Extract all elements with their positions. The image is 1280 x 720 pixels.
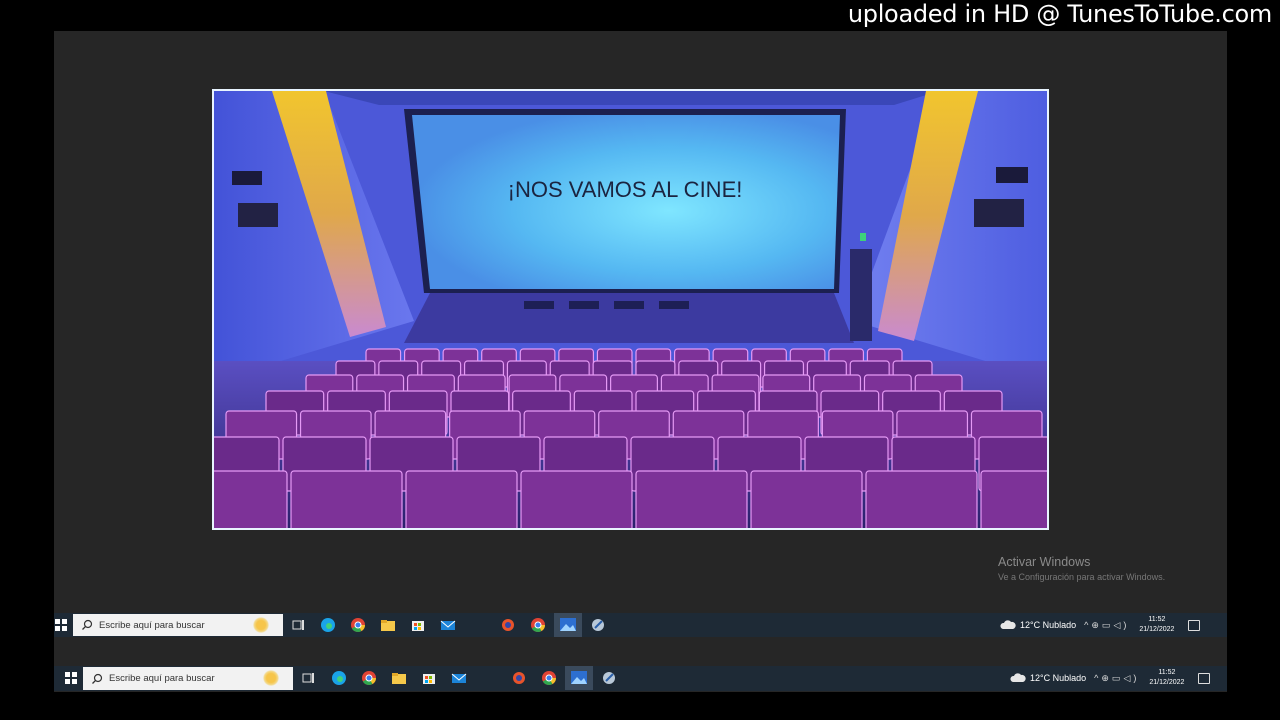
monitor-icon[interactable]: ▭: [1102, 620, 1114, 630]
photos-app-active[interactable]: [565, 666, 593, 690]
clock-date: 21/12/2022: [1149, 679, 1185, 686]
system-tray: 12°C Nublado ^⊕▭◁) 11:52 21/12/2022: [1010, 666, 1211, 690]
windows-start-icon[interactable]: [54, 618, 68, 632]
tray-icons[interactable]: ^⊕▭◁): [1094, 673, 1139, 684]
activate-windows-subtitle: Ve a Configuración para activar Windows.: [998, 572, 1166, 582]
seat: [290, 470, 403, 528]
search-icon: [82, 619, 93, 630]
seat: [214, 470, 288, 528]
search-placeholder: Escribe aquí para buscar: [99, 619, 205, 631]
photos-icon: [560, 618, 576, 631]
chrome-profile-icon[interactable]: [540, 669, 558, 687]
seat: [750, 470, 863, 528]
store-icon[interactable]: [420, 669, 438, 687]
notification-icon[interactable]: [1198, 672, 1211, 684]
snipping-icon[interactable]: [600, 669, 618, 687]
edge-icon[interactable]: [330, 669, 348, 687]
taskbar-duplicate: Escribe aquí para buscar 12°C Nublado ^⊕…: [54, 666, 1227, 691]
cloud-icon: [1010, 673, 1026, 682]
app-icon[interactable]: [499, 616, 517, 634]
clock[interactable]: 11:52 21/12/2022: [1139, 615, 1174, 635]
seat: [405, 470, 518, 528]
clock[interactable]: 11:52 21/12/2022: [1149, 668, 1184, 688]
store-icon[interactable]: [409, 616, 427, 634]
clock-date: 21/12/2022: [1139, 626, 1175, 633]
edge-icon[interactable]: [319, 616, 337, 634]
network-icon[interactable]: ⊕: [1101, 673, 1112, 683]
file-explorer-icon[interactable]: [390, 669, 408, 687]
chrome-icon[interactable]: [360, 669, 378, 687]
monitor-icon[interactable]: ▭: [1112, 673, 1124, 683]
network-icon[interactable]: ⊕: [1091, 620, 1102, 630]
taskbar: Escribe aquí para buscar 12°C Nublado ^⊕…: [54, 613, 1227, 637]
photos-app-active[interactable]: [554, 613, 582, 637]
weather-text[interactable]: 12°C Nublado: [1030, 673, 1086, 683]
seat: [865, 470, 978, 528]
system-tray: 12°C Nublado ^⊕▭◁) 11:52 21/12/2022: [1000, 613, 1201, 637]
task-view-icon[interactable]: [300, 669, 318, 687]
snipping-icon[interactable]: [589, 616, 607, 634]
seat-rows: [214, 348, 1047, 528]
search-placeholder: Escribe aquí para buscar: [109, 673, 215, 684]
cinema-illustration: ¡NOS VAMOS AL CINE!: [214, 91, 1047, 528]
weather-sun-icon: [263, 670, 279, 686]
clock-time: 11:52: [1148, 616, 1166, 623]
windows-start-icon[interactable]: [64, 671, 78, 685]
taskbar-search-box[interactable]: Escribe aquí para buscar: [73, 614, 283, 636]
app-icon[interactable]: [510, 669, 528, 687]
clock-time: 11:52: [1158, 669, 1176, 676]
search-icon: [92, 673, 103, 684]
cinema-slide: ¡NOS VAMOS AL CINE!: [212, 89, 1049, 530]
seat: [635, 470, 748, 528]
file-explorer-icon[interactable]: [379, 616, 397, 634]
cloud-icon: [1000, 620, 1016, 629]
seat: [980, 470, 1047, 528]
tray-icons[interactable]: ^⊕▭◁): [1084, 620, 1129, 631]
weather-sun-icon: [253, 617, 269, 633]
desktop-screen: ¡NOS VAMOS AL CINE! Activar Windows Ve a…: [54, 31, 1227, 692]
mail-icon[interactable]: [439, 616, 457, 634]
photos-icon: [571, 671, 587, 684]
taskbar-search-box[interactable]: Escribe aquí para buscar: [83, 667, 293, 690]
watermark-text: uploaded in HD @ TunesToTube.com: [847, 0, 1272, 28]
chrome-profile-icon[interactable]: [529, 616, 547, 634]
weather-text[interactable]: 12°C Nublado: [1020, 620, 1076, 630]
notification-icon[interactable]: [1188, 619, 1201, 631]
volume-icon[interactable]: ◁): [1123, 673, 1139, 683]
seat: [520, 470, 633, 528]
slide-title: ¡NOS VAMOS AL CINE!: [508, 177, 743, 202]
task-view-icon[interactable]: [290, 616, 308, 634]
volume-icon[interactable]: ◁): [1113, 620, 1129, 630]
mail-icon[interactable]: [450, 669, 468, 687]
activate-windows-title: Activar Windows: [998, 555, 1091, 569]
chrome-icon[interactable]: [349, 616, 367, 634]
